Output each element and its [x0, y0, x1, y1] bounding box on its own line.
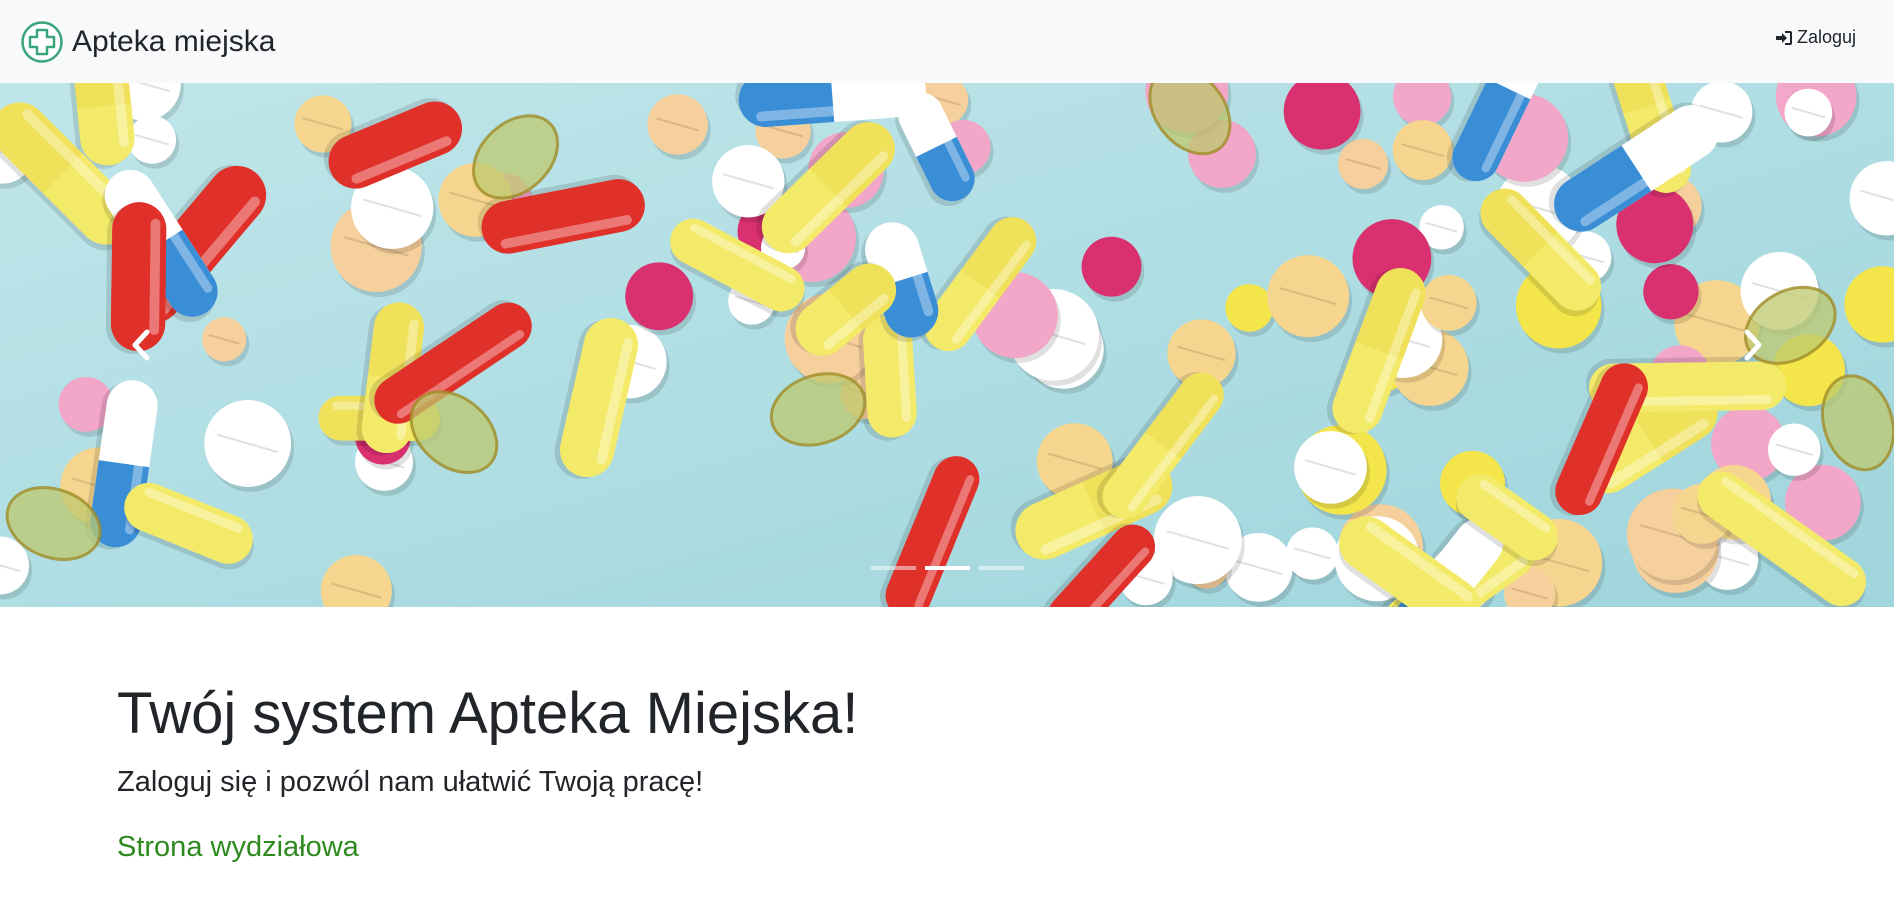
login-link[interactable]: Zaloguj: [1775, 27, 1856, 48]
main-content: Twój system Apteka Miejska! Zaloguj się …: [117, 676, 1777, 864]
brand-link[interactable]: Apteka miejska: [21, 20, 275, 64]
carousel-indicators: [0, 566, 1894, 570]
carousel-indicator-2[interactable]: [924, 566, 970, 570]
lead-text: Zaloguj się i pozwól nam ułatwić Twoją p…: [117, 766, 704, 798]
brand-name: Apteka miejska: [72, 25, 276, 58]
pharmacy-cross-icon: [21, 21, 63, 63]
chevron-right-icon: [1744, 329, 1762, 361]
page-title: Twój system Apteka Miejska!: [117, 681, 859, 746]
hero-carousel: [0, 83, 1894, 607]
carousel-indicator-1[interactable]: [870, 566, 916, 570]
navbar: Apteka miejska Zaloguj: [0, 0, 1894, 83]
department-link[interactable]: Strona wydziałowa: [117, 831, 359, 864]
carousel-next-button[interactable]: [1612, 83, 1894, 607]
carousel-prev-button[interactable]: [0, 83, 282, 607]
sign-in-icon: [1775, 30, 1792, 45]
chevron-left-icon: [132, 329, 150, 361]
pills-photo: [0, 83, 1894, 607]
login-label: Zaloguj: [1796, 27, 1856, 47]
carousel-indicator-3[interactable]: [978, 566, 1024, 570]
